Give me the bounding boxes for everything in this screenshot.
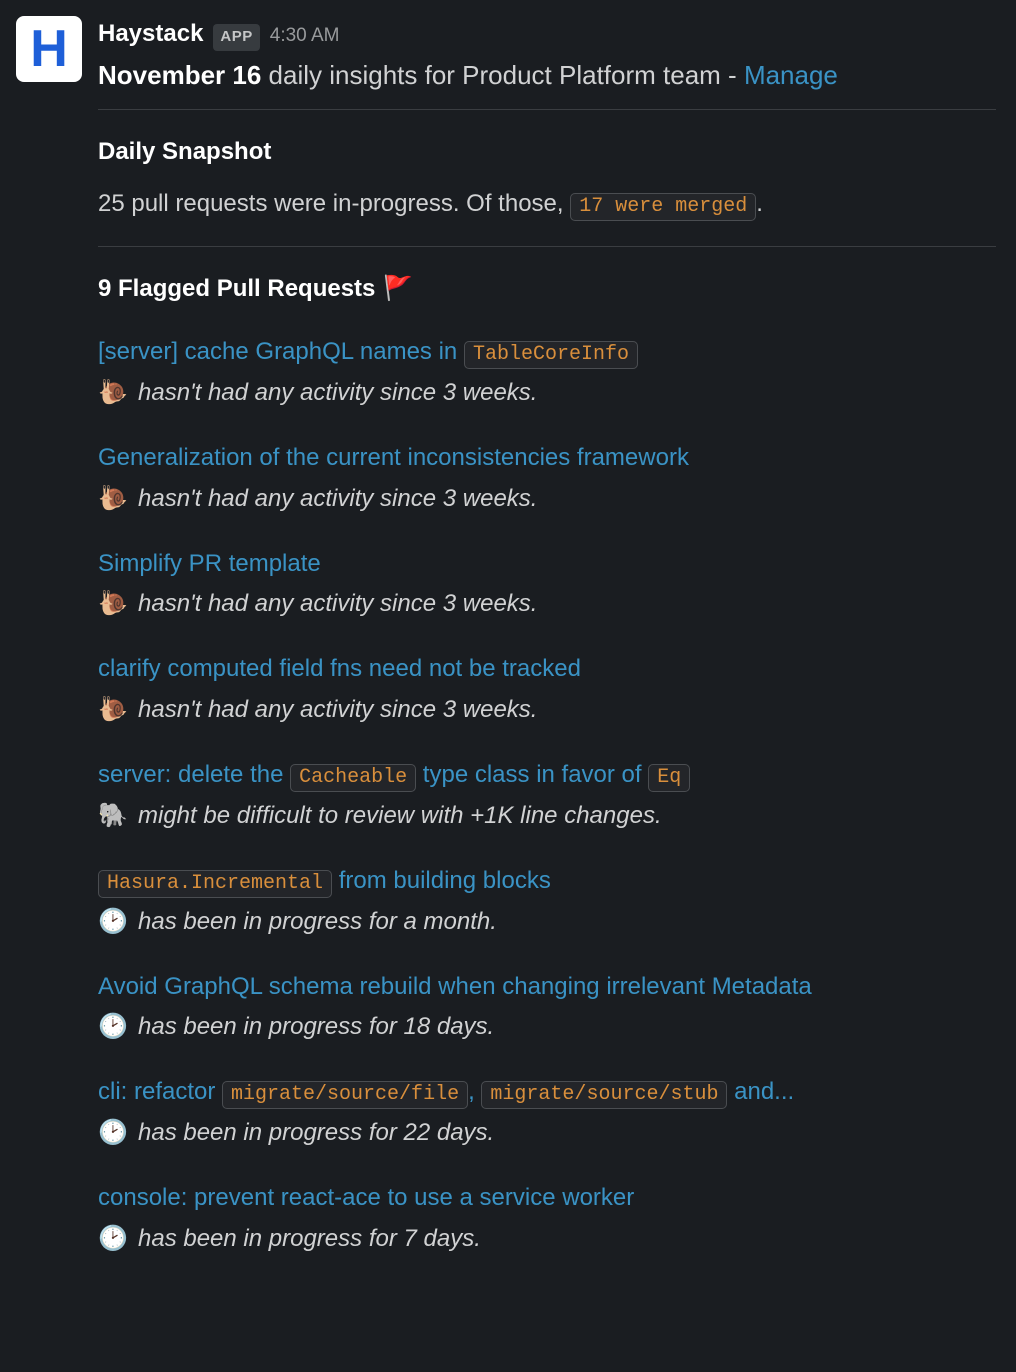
pr-status: 🐌 hasn't had any activity since 3 weeks. <box>98 692 996 728</box>
pr-status: 🕑 has been in progress for 7 days. <box>98 1221 996 1257</box>
snapshot-suffix: . <box>756 190 763 217</box>
status-emoji-icon: 🕑 <box>98 1009 128 1045</box>
flag-icon: 🚩 <box>383 271 413 307</box>
pr-list: [server] cache GraphQL names in TableCor… <box>98 335 996 1257</box>
pr-title-link[interactable]: Generalization of the current inconsiste… <box>98 441 996 475</box>
pr-title-text: server: delete the <box>98 761 290 788</box>
flagged-title-text: 9 Flagged Pull Requests <box>98 271 375 307</box>
avatar[interactable]: H <box>16 16 82 82</box>
pr-title-link[interactable]: server: delete the Cacheable type class … <box>98 758 996 792</box>
pr-title-link[interactable]: Hasura.Incremental from building blocks <box>98 864 996 898</box>
message-header: Haystack APP 4:30 AM <box>98 16 996 52</box>
pr-item: cli: refactor migrate/source/file, migra… <box>98 1075 996 1151</box>
slack-message: H Haystack APP 4:30 AM November 16 daily… <box>16 16 996 1257</box>
author-name[interactable]: Haystack <box>98 16 203 52</box>
code-chip: TableCoreInfo <box>464 341 638 369</box>
status-emoji-icon: 🕑 <box>98 1221 128 1257</box>
message-content: Haystack APP 4:30 AM November 16 daily i… <box>98 16 996 1257</box>
pr-title-text: cli: refactor <box>98 1078 222 1105</box>
headline-date: November 16 <box>98 60 261 90</box>
status-text: might be difficult to review with +1K li… <box>138 798 662 834</box>
status-emoji-icon: 🐌 <box>98 481 128 517</box>
pr-title-link[interactable]: cli: refactor migrate/source/file, migra… <box>98 1075 996 1109</box>
status-text: has been in progress for 22 days. <box>138 1115 494 1151</box>
pr-title-text: [server] cache GraphQL names in <box>98 338 464 365</box>
status-emoji-icon: 🕑 <box>98 904 128 940</box>
snapshot-title: Daily Snapshot <box>98 134 996 170</box>
code-chip: Hasura.Incremental <box>98 870 332 898</box>
pr-title-text: Generalization of the current inconsiste… <box>98 444 689 471</box>
code-chip: Eq <box>648 764 690 792</box>
pr-status: 🐌 hasn't had any activity since 3 weeks. <box>98 481 996 517</box>
code-chip: Cacheable <box>290 764 416 792</box>
pr-item: Avoid GraphQL schema rebuild when changi… <box>98 970 996 1046</box>
pr-title-link[interactable]: console: prevent react-ace to use a serv… <box>98 1181 996 1215</box>
merged-chip[interactable]: 17 were merged <box>570 193 756 221</box>
pr-title-text: console: prevent react-ace to use a serv… <box>98 1184 634 1211</box>
pr-title-link[interactable]: clarify computed field fns need not be t… <box>98 652 996 686</box>
pr-item: [server] cache GraphQL names in TableCor… <box>98 335 996 411</box>
pr-status: 🐌 hasn't had any activity since 3 weeks. <box>98 375 996 411</box>
pr-status: 🕑 has been in progress for 22 days. <box>98 1115 996 1151</box>
status-emoji-icon: 🐌 <box>98 692 128 728</box>
pr-title-text: clarify computed field fns need not be t… <box>98 655 581 682</box>
status-text: hasn't had any activity since 3 weeks. <box>138 375 537 411</box>
manage-link[interactable]: Manage <box>744 60 838 90</box>
pr-status: 🕑 has been in progress for a month. <box>98 904 996 940</box>
pr-title-text: from building blocks <box>332 867 551 894</box>
snapshot-text: 25 pull requests were in-progress. Of th… <box>98 186 996 222</box>
flagged-title: 9 Flagged Pull Requests 🚩 <box>98 271 996 307</box>
snapshot-prefix: 25 pull requests were in-progress. Of th… <box>98 190 570 217</box>
status-text: has been in progress for 18 days. <box>138 1009 494 1045</box>
pr-status: 🕑 has been in progress for 18 days. <box>98 1009 996 1045</box>
code-chip: migrate/source/stub <box>481 1081 727 1109</box>
pr-title-text: and... <box>727 1078 794 1105</box>
pr-title-text: Avoid GraphQL schema rebuild when changi… <box>98 973 812 1000</box>
divider <box>98 109 996 110</box>
pr-item: console: prevent react-ace to use a serv… <box>98 1181 996 1257</box>
pr-item: Hasura.Incremental from building blocks 🕑… <box>98 864 996 940</box>
pr-title-text: , <box>468 1078 481 1105</box>
status-text: has been in progress for 7 days. <box>138 1221 481 1257</box>
status-text: hasn't had any activity since 3 weeks. <box>138 586 537 622</box>
status-emoji-icon: 🕑 <box>98 1115 128 1151</box>
pr-title-text: Simplify PR template <box>98 550 321 577</box>
pr-item: server: delete the Cacheable type class … <box>98 758 996 834</box>
status-text: has been in progress for a month. <box>138 904 497 940</box>
pr-item: Generalization of the current inconsiste… <box>98 441 996 517</box>
app-badge: APP <box>213 24 259 51</box>
pr-item: clarify computed field fns need not be t… <box>98 652 996 728</box>
pr-status: 🐌 hasn't had any activity since 3 weeks. <box>98 586 996 622</box>
pr-item: Simplify PR template 🐌 hasn't had any acti… <box>98 547 996 623</box>
status-emoji-icon: 🐌 <box>98 375 128 411</box>
status-emoji-icon: 🐘 <box>98 798 128 834</box>
pr-status: 🐘 might be difficult to review with +1K l… <box>98 798 996 834</box>
pr-title-text: type class in favor of <box>416 761 648 788</box>
code-chip: migrate/source/file <box>222 1081 468 1109</box>
pr-title-link[interactable]: [server] cache GraphQL names in TableCor… <box>98 335 996 369</box>
status-emoji-icon: 🐌 <box>98 586 128 622</box>
timestamp[interactable]: 4:30 AM <box>270 22 340 51</box>
status-text: hasn't had any activity since 3 weeks. <box>138 481 537 517</box>
headline-rest: daily insights for Product Platform team… <box>261 60 744 90</box>
headline: November 16 daily insights for Product P… <box>98 56 996 95</box>
pr-title-link[interactable]: Avoid GraphQL schema rebuild when changi… <box>98 970 996 1004</box>
pr-title-link[interactable]: Simplify PR template <box>98 547 996 581</box>
divider <box>98 246 996 247</box>
status-text: hasn't had any activity since 3 weeks. <box>138 692 537 728</box>
